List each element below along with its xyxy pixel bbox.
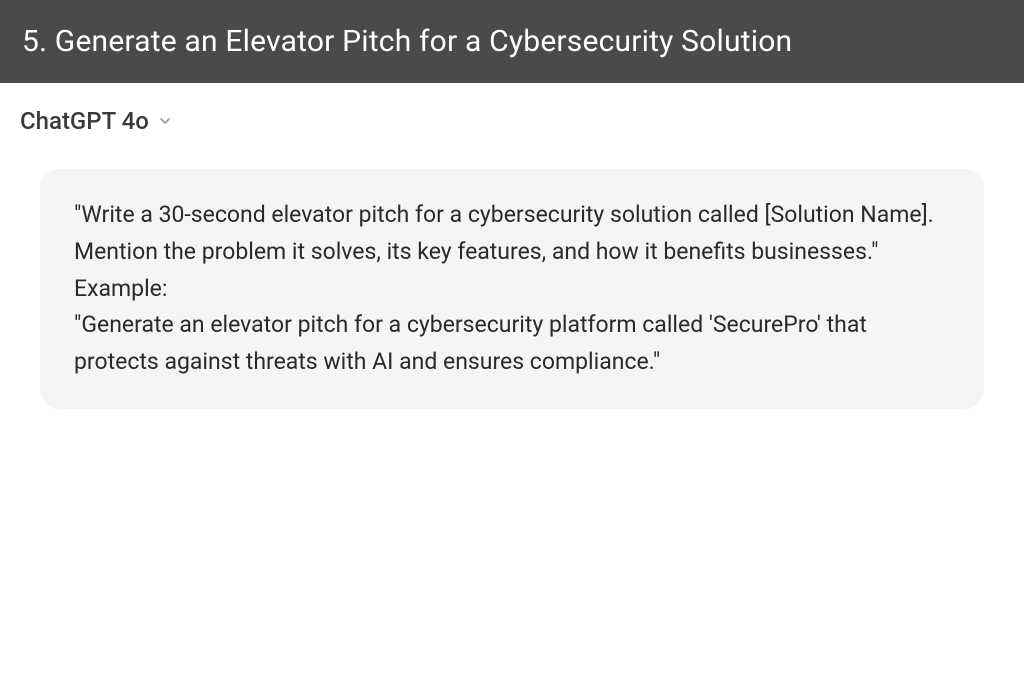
section-title: 5. Generate an Elevator Pitch for a Cybe… [22,24,792,59]
message-text-example-label: Example: [74,271,950,308]
model-name: ChatGPT 4o [20,107,149,135]
user-message-card: "Write a 30-second elevator pitch for a … [40,169,984,409]
content-area: "Write a 30-second elevator pitch for a … [0,155,1024,409]
message-text-prompt: "Write a 30-second elevator pitch for a … [74,197,950,271]
message-text-example: "Generate an elevator pitch for a cybers… [74,307,950,381]
section-header: 5. Generate an Elevator Pitch for a Cybe… [0,0,1024,83]
model-selector[interactable]: ChatGPT 4o [0,83,193,155]
chevron-down-icon [157,113,173,129]
